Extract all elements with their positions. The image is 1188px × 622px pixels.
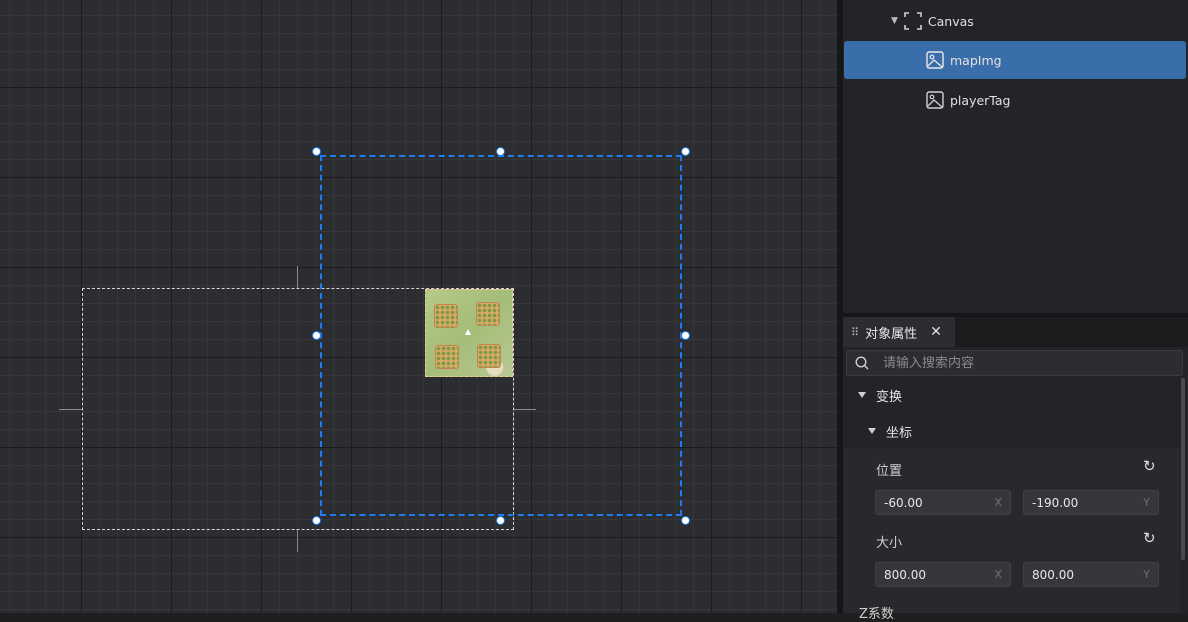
size-y-value: 800.00 [1032, 567, 1074, 582]
size-x-value: 800.00 [884, 567, 926, 582]
tree-item-label: Canvas [927, 13, 974, 29]
expand-caret-icon[interactable]: ▼ [891, 16, 898, 26]
resize-handle-top-left[interactable] [312, 147, 321, 156]
size-y-field[interactable]: 800.00 Y [1023, 562, 1159, 587]
section-label: 变换 [876, 389, 903, 405]
search-input[interactable] [881, 354, 1165, 372]
coordinates-body: 位置 ↻ -60.00 X -190.00 Y 大小 ↻ 800.00 X 80… [843, 448, 1180, 622]
close-icon[interactable]: ✕ [930, 324, 942, 340]
properties-panel: ⠿ 对象属性 ✕ 变换 坐标 位置 ↻ -60.00 X -190.00 Y 大… [843, 317, 1188, 622]
resize-handle-left[interactable] [312, 331, 321, 340]
position-label: 位置 [876, 464, 903, 479]
section-label: 坐标 [886, 425, 913, 441]
size-label: 大小 [876, 536, 903, 551]
reset-position-icon[interactable]: ↻ [1143, 457, 1156, 475]
properties-scrollbar[interactable] [1181, 378, 1185, 560]
tree-item-label: playerTag [950, 92, 1011, 108]
search-icon [855, 356, 869, 370]
canvas-left-tick [59, 409, 82, 410]
axis-y-label: Y [1143, 496, 1150, 509]
image-icon [926, 51, 944, 69]
tab-title: 对象属性 [865, 326, 918, 342]
position-y-value: -190.00 [1032, 495, 1079, 510]
size-x-field[interactable]: 800.00 X [875, 562, 1011, 587]
tree-item-canvas[interactable]: ▼ Canvas [844, 2, 1186, 40]
resize-handle-top[interactable] [496, 147, 505, 156]
image-icon [926, 91, 944, 109]
frame-icon [904, 12, 922, 30]
scene-viewport[interactable] [0, 0, 837, 613]
tab-object-properties[interactable]: ⠿ 对象属性 ✕ [843, 317, 955, 347]
resize-handle-bottom-left[interactable] [312, 516, 321, 525]
axis-x-label: X [994, 568, 1002, 581]
resize-handle-bottom-right[interactable] [681, 516, 690, 525]
position-y-field[interactable]: -190.00 Y [1023, 490, 1159, 515]
tree-item-mapimg[interactable]: mapImg [844, 41, 1186, 79]
canvas-top-tick [297, 266, 298, 288]
resize-handle-right[interactable] [681, 331, 690, 340]
resize-handle-top-right[interactable] [681, 147, 690, 156]
position-x-field[interactable]: -60.00 X [875, 490, 1011, 515]
axis-x-label: X [994, 496, 1002, 509]
axis-y-label: Y [1143, 568, 1150, 581]
collapse-triangle-icon [858, 392, 866, 398]
tree-item-label: mapImg [950, 52, 1002, 68]
position-x-value: -60.00 [884, 495, 923, 510]
reset-size-icon[interactable]: ↻ [1143, 529, 1156, 547]
property-search[interactable] [846, 350, 1183, 376]
resize-handle-bottom[interactable] [496, 516, 505, 525]
hierarchy-panel: ▼ Canvas mapImg playerTag [843, 0, 1188, 313]
drag-grip-icon[interactable]: ⠿ [851, 326, 859, 339]
section-transform[interactable]: 变换 [843, 379, 1188, 411]
canvas-bottom-tick [297, 530, 298, 552]
section-coordinates[interactable]: 坐标 [843, 415, 1188, 447]
properties-tabbar: ⠿ 对象属性 ✕ [843, 317, 1188, 347]
collapse-triangle-icon [868, 428, 876, 434]
selection-box[interactable] [320, 155, 682, 516]
tree-item-playertag[interactable]: playerTag [844, 81, 1186, 119]
